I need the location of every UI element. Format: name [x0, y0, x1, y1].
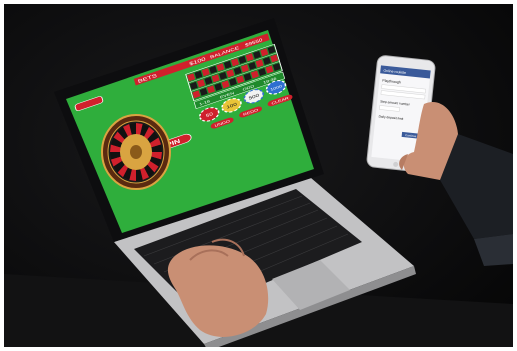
roulette-wheel: [101, 114, 171, 190]
scene: BETS $100 BALANCE $9550 1-18 EVEN ODD 19…: [4, 18, 513, 347]
photo: BETS $100 BALANCE $9550 1-18 EVEN ODD 19…: [4, 4, 513, 347]
right-sleeve-shade: [474, 234, 513, 266]
